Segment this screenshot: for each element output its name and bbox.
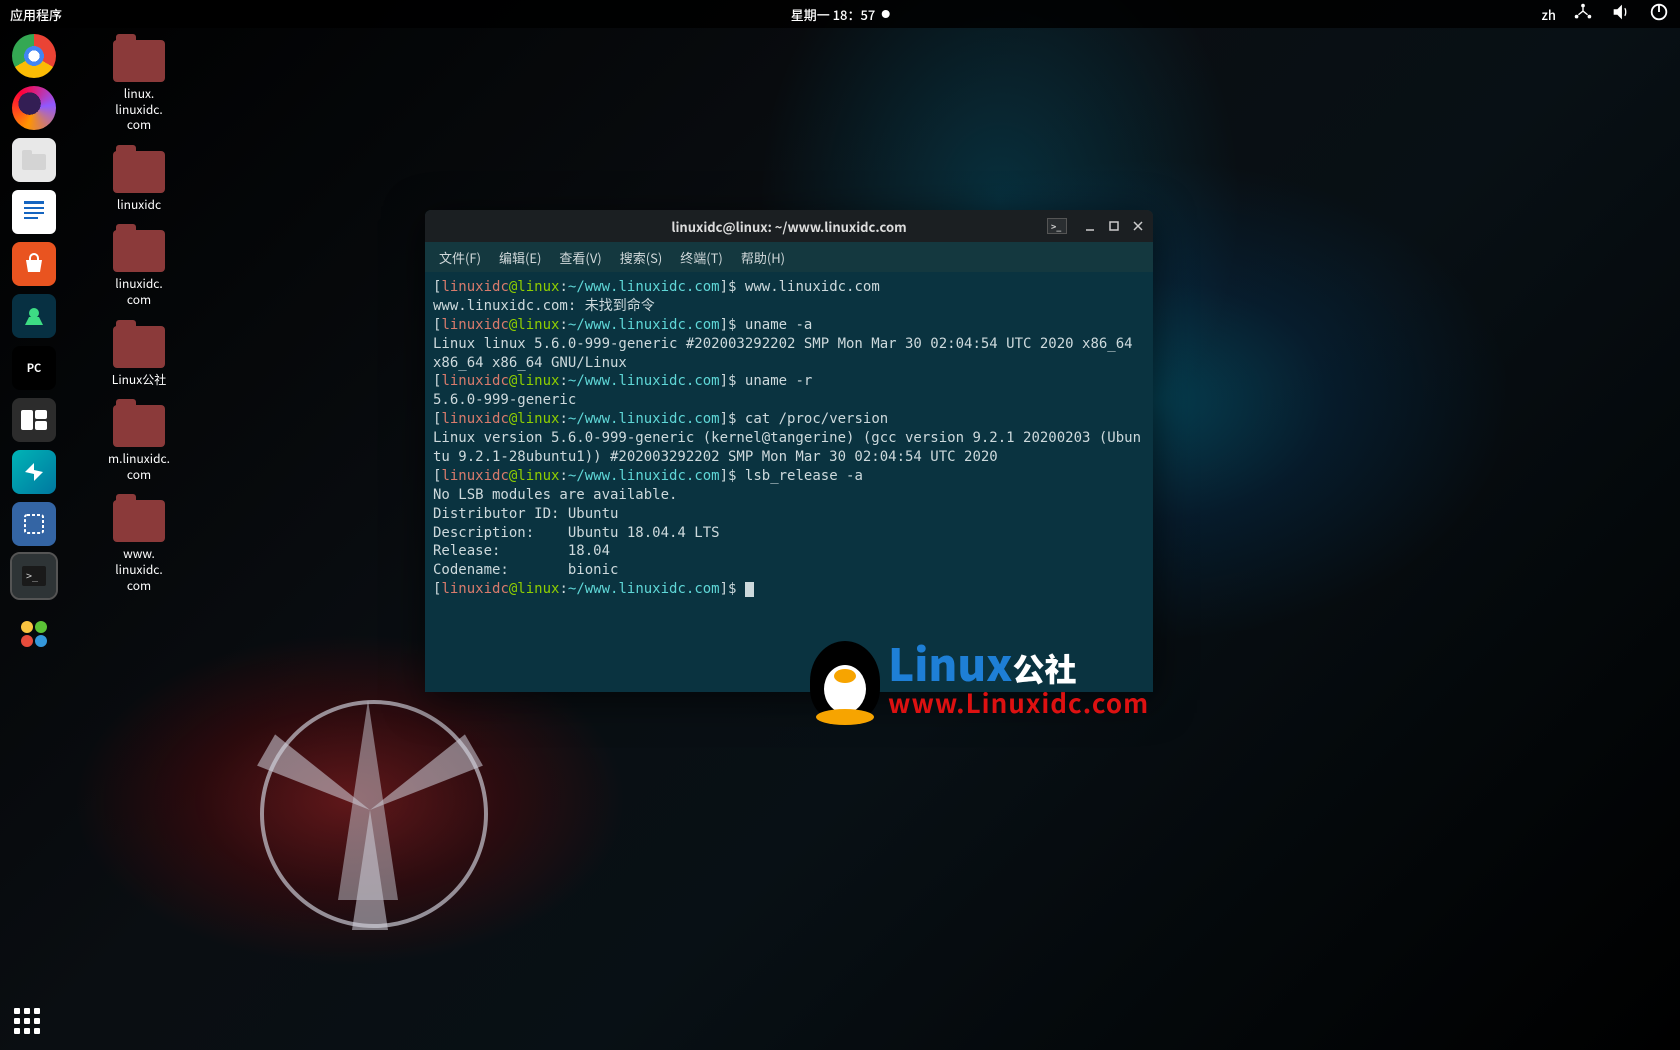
dock-misc[interactable] xyxy=(12,612,56,656)
tux-icon xyxy=(810,641,880,721)
menu-file[interactable]: 文件(F) xyxy=(439,248,481,267)
menu-help[interactable]: 帮助(H) xyxy=(741,248,785,267)
close-icon[interactable] xyxy=(1131,219,1145,233)
terminal-app-icon xyxy=(1047,218,1067,234)
dock-pycharm[interactable]: PC xyxy=(12,346,56,390)
svg-text:>_: >_ xyxy=(26,571,39,582)
desktop-folder[interactable]: linuxidc xyxy=(84,151,194,213)
dock: PC >_ xyxy=(6,34,62,656)
menu-edit[interactable]: 编辑(E) xyxy=(499,248,541,267)
desktop-icons: linux.linuxidc.com linuxidc linuxidc.com… xyxy=(84,40,194,593)
dock-chrome[interactable] xyxy=(12,34,56,78)
terminal-body[interactable]: [linuxidc@linux:~/www.linuxidc.com]$ www… xyxy=(425,272,1153,692)
terminal-title: linuxidc@linux: ~/www.linuxidc.com xyxy=(671,217,906,236)
terminal-menubar: 文件(F) 编辑(E) 查看(V) 搜索(S) 终端(T) 帮助(H) xyxy=(425,242,1153,272)
show-applications-icon[interactable] xyxy=(14,1008,42,1036)
watermark-url: www.Linuxidc.com xyxy=(888,684,1149,721)
desktop-folder[interactable]: linux.linuxidc.com xyxy=(84,40,194,133)
desktop-folder[interactable]: Linux公社 xyxy=(84,326,194,388)
terminal-window: linuxidc@linux: ~/www.linuxidc.com 文件(F)… xyxy=(425,210,1153,692)
dock-files[interactable] xyxy=(12,138,56,182)
dock-snap-store[interactable] xyxy=(12,450,56,494)
dock-tiling[interactable] xyxy=(12,398,56,442)
menu-search[interactable]: 搜索(S) xyxy=(620,248,663,267)
dock-terminal[interactable]: >_ xyxy=(12,554,56,598)
dock-firefox[interactable] xyxy=(12,86,56,130)
cursor-icon xyxy=(745,582,754,597)
desktop-folder[interactable]: www.linuxidc.com xyxy=(84,500,194,593)
dock-android-studio[interactable] xyxy=(12,294,56,338)
clock[interactable]: 星期一 18：57 xyxy=(791,5,890,24)
dock-writer[interactable] xyxy=(12,190,56,234)
terminal-titlebar[interactable]: linuxidc@linux: ~/www.linuxidc.com xyxy=(425,210,1153,242)
menu-terminal[interactable]: 终端(T) xyxy=(680,248,723,267)
dock-screenshot[interactable] xyxy=(12,502,56,546)
desktop-folder[interactable]: linuxidc.com xyxy=(84,230,194,307)
volume-icon[interactable] xyxy=(1610,1,1632,27)
clock-text: 星期一 18：57 xyxy=(791,5,876,24)
top-panel: 应用程序 星期一 18：57 zh xyxy=(0,0,1680,28)
dock-software[interactable] xyxy=(12,242,56,286)
menu-view[interactable]: 查看(V) xyxy=(559,248,601,267)
minimize-icon[interactable] xyxy=(1083,219,1097,233)
maximize-icon[interactable] xyxy=(1107,219,1121,233)
power-icon[interactable] xyxy=(1648,1,1670,27)
watermark: Linux公社 www.Linuxidc.com xyxy=(810,640,1149,721)
applications-menu[interactable]: 应用程序 xyxy=(10,5,62,24)
notification-dot-icon xyxy=(881,10,889,18)
input-method-indicator[interactable]: zh xyxy=(1542,5,1556,24)
desktop-folder[interactable]: m.linuxidc.com xyxy=(84,405,194,482)
network-icon[interactable] xyxy=(1572,1,1594,27)
